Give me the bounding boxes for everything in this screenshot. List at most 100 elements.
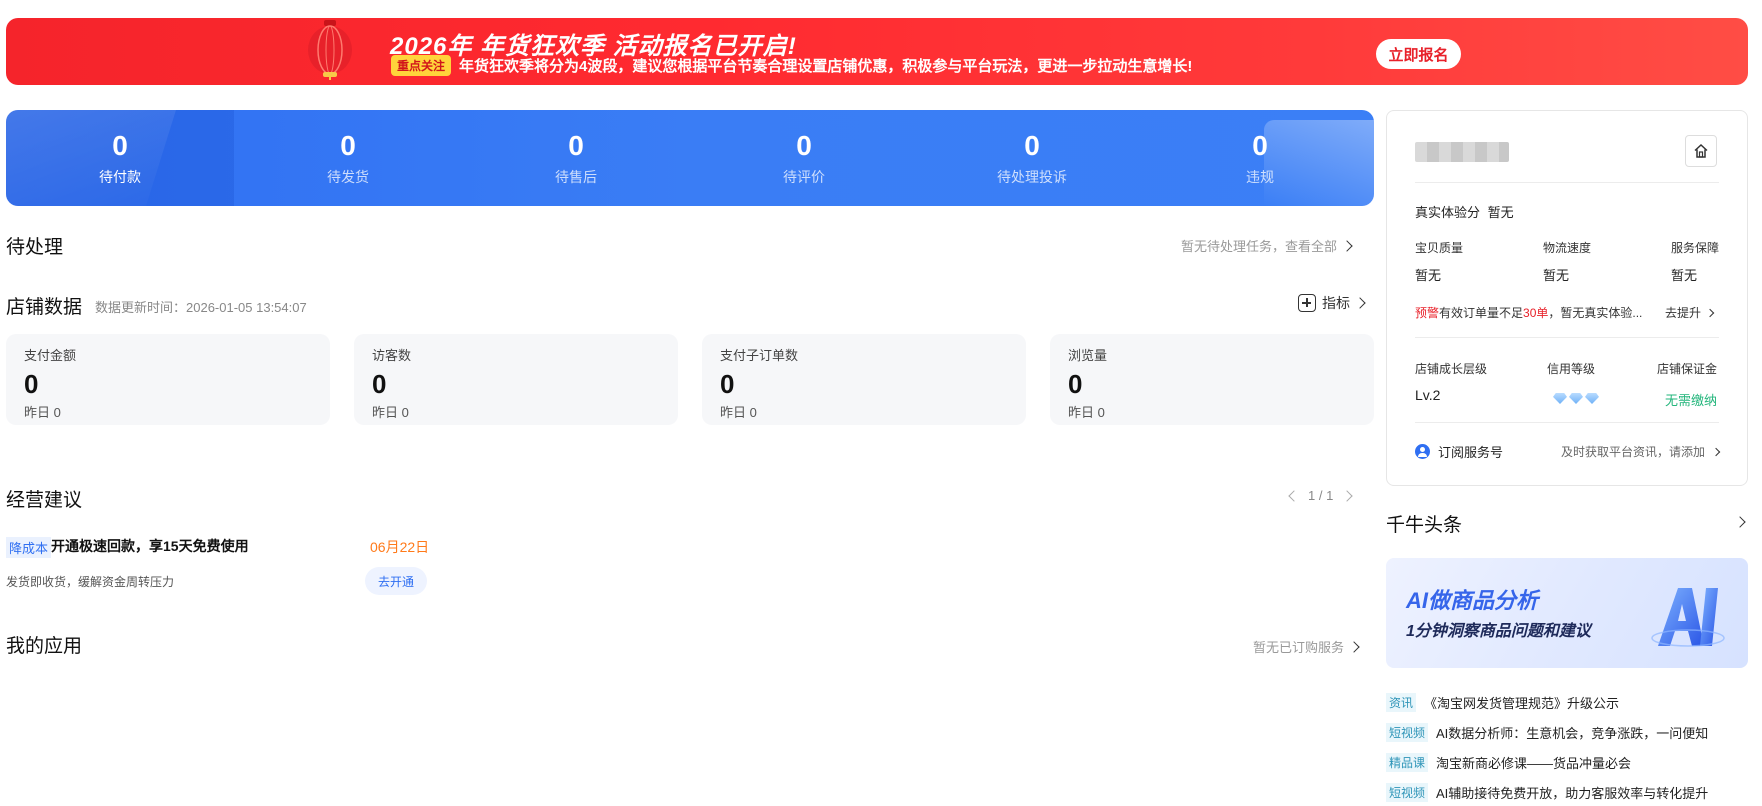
- stat-label: 待评价: [783, 169, 825, 185]
- next-page-icon[interactable]: [1341, 489, 1353, 502]
- warning-tag: 预警: [1415, 306, 1440, 320]
- card-yesterday: 昨日 0: [1068, 405, 1105, 420]
- banner-desc: 年货狂欢季将分为4波段，建议您根据平台节奏合理设置店铺优惠，积极参与平台玩法，更…: [459, 58, 1193, 75]
- lantern-icon: [308, 20, 352, 80]
- score-value: 暂无: [1415, 268, 1442, 283]
- news-item[interactable]: 短视频 AI辅助接待免费开放，助力客服效率与转化提升: [1386, 777, 1748, 806]
- deposit-value: 无需缴纳: [1665, 393, 1718, 408]
- advice-item-title[interactable]: 开通极速回款，享15天免费使用: [51, 536, 249, 556]
- subscribe-desc: 及时获取平台资讯，请添加: [1560, 445, 1705, 459]
- promo-banner[interactable]: 2026年 年货狂欢季 活动报名已开启! 重点关注 年货狂欢季将分为4波段，建议…: [6, 18, 1748, 85]
- card-label: 浏览量: [1068, 348, 1108, 363]
- stat-pending-review[interactable]: 0 待评价: [690, 110, 918, 206]
- subscribe-row[interactable]: 订阅服务号 及时获取平台资讯，请添加: [1415, 442, 1721, 461]
- deposit-label: 店铺保证金: [1657, 362, 1718, 376]
- chevron-right-icon: [1348, 640, 1360, 653]
- score-label: 物流速度: [1543, 241, 1592, 255]
- register-now-button[interactable]: 立即报名: [1376, 39, 1461, 69]
- my-apps-title: 我的应用: [6, 636, 83, 657]
- stat-label: 待付款: [99, 169, 141, 185]
- news-text: AI数据分析师：生意机会，竞争涨跌，一问便知: [1436, 725, 1709, 741]
- card-yesterday: 昨日 0: [372, 405, 409, 420]
- stat-pending-complaint[interactable]: 0 待处理投诉: [918, 110, 1146, 206]
- divider: [1415, 182, 1719, 183]
- growth-label: 店铺成长层级: [1415, 362, 1488, 376]
- metric-card-suborders[interactable]: 支付子订单数 0 昨日 0: [702, 334, 1026, 425]
- ai-banner-title: AI做商品分析: [1406, 588, 1539, 613]
- score-label: 宝贝质量: [1415, 241, 1464, 255]
- stat-pending-payment[interactable]: 0 待付款: [6, 110, 234, 206]
- growth-value: Lv.2: [1415, 387, 1441, 403]
- news-text: 淘宝新商必修课——货品冲量必会: [1436, 755, 1632, 771]
- stat-value: 0: [568, 130, 584, 161]
- stat-violation[interactable]: 0 违规: [1146, 110, 1374, 206]
- ai-logo-icon: [1651, 588, 1725, 647]
- view-all-pending-label: 暂无待处理任务，查看全部: [1181, 239, 1338, 254]
- chevron-right-icon: [1711, 447, 1721, 456]
- stat-value: 0: [112, 130, 128, 161]
- ai-analysis-banner[interactable]: AI做商品分析 1分钟洞察商品问题和建议: [1386, 558, 1748, 668]
- stat-value: 0: [1252, 130, 1268, 161]
- stat-pending-aftersale[interactable]: 0 待售后: [462, 110, 690, 206]
- news-item[interactable]: 精品课 淘宝新商必修课——货品冲量必会: [1386, 747, 1748, 777]
- news-tag: 精品课: [1386, 752, 1429, 772]
- metric-card-visitors[interactable]: 访客数 0 昨日 0: [354, 334, 678, 425]
- news-tag: 短视频: [1386, 782, 1429, 802]
- advice-tag: 降成本: [6, 537, 52, 558]
- user-icon: [1415, 444, 1430, 459]
- pending-section-title: 待处理: [6, 237, 64, 258]
- diamond-icon: [1553, 393, 1567, 404]
- promote-label: 去提升: [1665, 306, 1702, 320]
- card-yesterday: 昨日 0: [24, 405, 61, 420]
- chevron-right-icon: [1354, 297, 1366, 309]
- apps-link[interactable]: 暂无已订购服务: [1253, 637, 1360, 656]
- stat-pending-shipment[interactable]: 0 待发货: [234, 110, 462, 206]
- card-label: 支付金额: [24, 348, 77, 363]
- news-tag: 短视频: [1386, 722, 1429, 742]
- activate-button[interactable]: 去开通: [365, 567, 427, 595]
- update-time: 数据更新时间：2026-01-05 13:54:07: [95, 300, 307, 315]
- home-icon: [1694, 143, 1708, 158]
- credit-diamonds: [1553, 393, 1599, 404]
- view-all-pending-link[interactable]: 暂无待处理任务，查看全部: [1181, 236, 1353, 255]
- metrics-label: 指标: [1322, 295, 1350, 311]
- apps-link-label: 暂无已订购服务: [1253, 640, 1345, 655]
- chevron-right-icon[interactable]: [1734, 516, 1746, 528]
- experience-score: 真实体验分 暂无: [1415, 202, 1514, 221]
- warning-number: 30单: [1523, 306, 1549, 320]
- score-label: 服务保障: [1671, 241, 1720, 255]
- stat-label: 待发货: [327, 169, 369, 185]
- chevron-right-icon: [1341, 239, 1353, 252]
- metric-card-payment[interactable]: 支付金额 0 昨日 0: [6, 334, 330, 425]
- prev-page-icon[interactable]: [1288, 489, 1300, 502]
- stat-value: 0: [796, 130, 812, 161]
- news-item[interactable]: 短视频 AI数据分析师：生意机会，竞争涨跌，一问便知: [1386, 717, 1748, 747]
- add-metric-icon: [1298, 294, 1316, 312]
- shop-home-button[interactable]: [1685, 135, 1717, 167]
- metrics-button[interactable]: 指标: [1298, 293, 1366, 313]
- diamond-icon: [1569, 393, 1583, 404]
- news-list: 资讯 《淘宝网发货管理规范》升级公示 短视频 AI数据分析师：生意机会，竞争涨跌…: [1386, 687, 1748, 806]
- promote-link[interactable]: 去提升: [1665, 304, 1715, 321]
- credit-label: 信用等级: [1547, 362, 1596, 376]
- warning-pre: 有效订单量不足: [1439, 306, 1524, 320]
- shop-info-panel: 真实体验分 暂无 宝贝质量 暂无 物流速度 暂无 服务保障 暂无 预警有效订单量…: [1386, 110, 1748, 486]
- store-data-title: 店铺数据: [6, 297, 83, 318]
- advice-title: 经营建议: [6, 490, 83, 511]
- news-item[interactable]: 资讯 《淘宝网发货管理规范》升级公示: [1386, 687, 1748, 717]
- order-stats-bar: 0 待付款 0 待发货 0 待售后 0 待评价 0 待处理投诉 0 违规: [6, 110, 1374, 206]
- stat-label: 待售后: [555, 169, 597, 185]
- card-value: 0: [720, 369, 735, 399]
- card-value: 0: [1068, 369, 1083, 399]
- experience-value: 暂无: [1487, 205, 1514, 220]
- stat-value: 0: [1024, 130, 1040, 161]
- stat-label: 违规: [1246, 169, 1274, 185]
- advice-pager: 1 / 1: [1288, 488, 1353, 503]
- advice-date: 06月22日: [370, 539, 430, 555]
- card-value: 0: [372, 369, 387, 399]
- banner-tag: 重点关注: [391, 55, 452, 76]
- news-title: 千牛头条: [1386, 515, 1463, 536]
- news-text: AI辅助接待免费开放，助力客服效率与转化提升: [1436, 785, 1709, 801]
- metric-card-pageviews[interactable]: 浏览量 0 昨日 0: [1050, 334, 1374, 425]
- card-label: 支付子订单数: [720, 348, 799, 363]
